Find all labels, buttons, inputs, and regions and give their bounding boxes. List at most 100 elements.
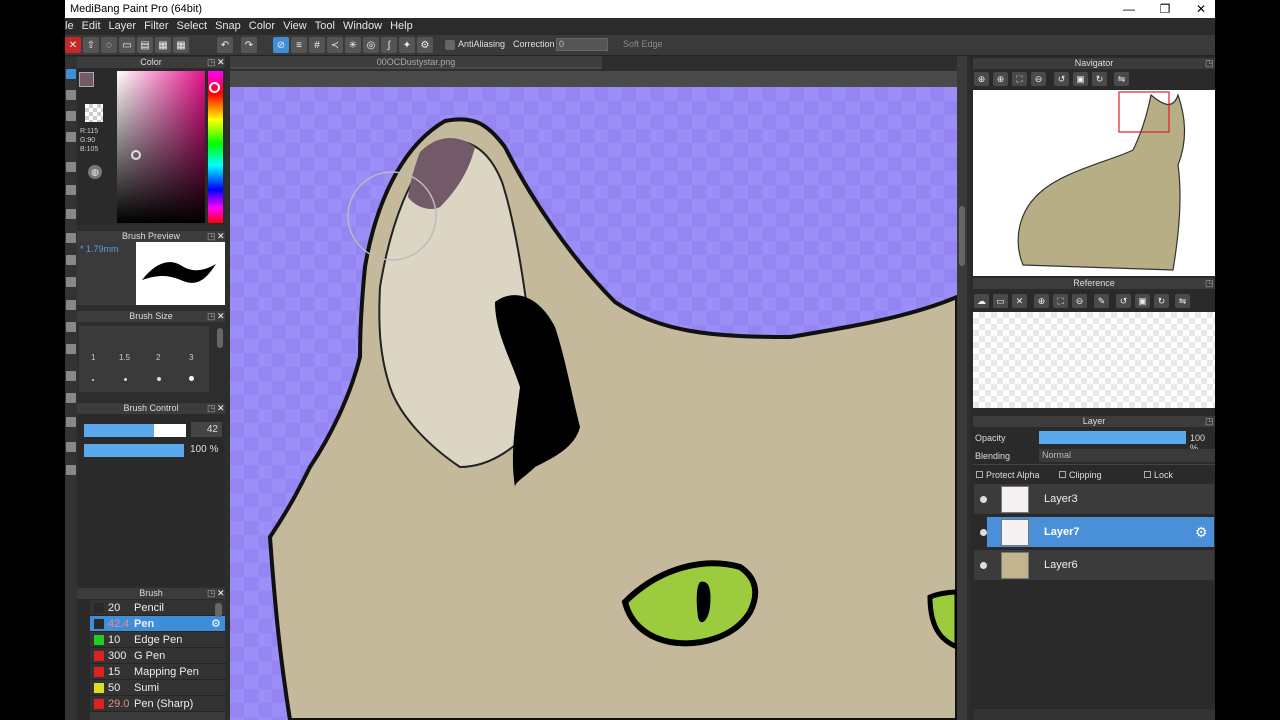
brush-size-slider[interactable] xyxy=(84,424,186,437)
select-tool-icon[interactable] xyxy=(66,255,76,265)
close-canvas-icon[interactable]: ✕ xyxy=(65,37,81,53)
folder-icon[interactable]: ▭ xyxy=(993,294,1008,308)
brush-dot[interactable] xyxy=(157,377,161,381)
brush-item-pen[interactable]: 42.4 Pen ⚙ xyxy=(90,616,225,632)
zoom-in-icon[interactable]: ⊕ xyxy=(993,72,1008,86)
panel-undock-icon[interactable]: ◳ xyxy=(1205,416,1214,427)
gear-icon[interactable]: ⚙ xyxy=(1195,524,1208,541)
menu-layer[interactable]: Layer xyxy=(105,18,141,35)
eyedropper2-icon[interactable] xyxy=(66,442,76,452)
navigator-preview[interactable] xyxy=(973,90,1215,276)
brush-item-pencil[interactable]: 20 Pencil xyxy=(90,600,225,616)
brush-size-option[interactable]: 1 xyxy=(91,353,95,362)
undo-icon[interactable]: ↶ xyxy=(217,37,233,53)
redo-icon[interactable]: ↷ xyxy=(241,37,257,53)
flip-icon[interactable]: ⇋ xyxy=(1175,294,1190,308)
canvas-scrollbar[interactable] xyxy=(957,56,967,720)
menu-select[interactable]: Select xyxy=(173,18,212,35)
correction-field[interactable]: 0 xyxy=(556,38,608,51)
reference-preview[interactable] xyxy=(973,312,1215,408)
brush-size-option[interactable]: 3 xyxy=(189,353,193,362)
eyedropper-tool-icon[interactable] xyxy=(66,417,76,427)
color-saturation-field[interactable] xyxy=(117,71,205,223)
snap-settings-icon[interactable]: ⚙ xyxy=(417,37,433,53)
upload-icon[interactable]: ⇧ xyxy=(83,37,99,53)
brush-tool-icon[interactable] xyxy=(66,132,76,142)
visibility-icon[interactable] xyxy=(980,496,987,503)
close-reference-icon[interactable]: ✕ xyxy=(1012,294,1027,308)
maximize-button[interactable]: ❐ xyxy=(1147,0,1183,18)
perspective-snap-icon[interactable]: ✦ xyxy=(399,37,415,53)
dot-tool-icon[interactable] xyxy=(66,111,76,121)
select-eraser-icon[interactable] xyxy=(66,344,76,354)
brush-opacity-slider[interactable] xyxy=(84,444,184,457)
rotate-right-icon[interactable]: ↻ xyxy=(1154,294,1169,308)
panel-undock-icon[interactable]: ◳ xyxy=(207,231,216,242)
panel-close-icon[interactable]: ✕ xyxy=(217,588,225,599)
panel-undock-icon[interactable]: ◳ xyxy=(207,57,216,68)
panel-close-icon[interactable]: ✕ xyxy=(217,231,225,242)
transparent-color-swatch[interactable] xyxy=(85,104,103,122)
layer-row-layer3[interactable]: Layer3 xyxy=(974,484,1214,515)
gradient-tool-icon[interactable] xyxy=(66,233,76,243)
visibility-icon[interactable] xyxy=(980,562,987,569)
close-button[interactable]: ✕ xyxy=(1183,0,1215,18)
comment-icon[interactable]: ◌ xyxy=(101,37,117,53)
menu-file[interactable]: le xyxy=(65,18,78,35)
menu-tool[interactable]: Tool xyxy=(311,18,339,35)
fit-icon[interactable]: ▣ xyxy=(1073,72,1088,86)
grid-snap-icon[interactable]: # xyxy=(309,37,325,53)
color-picker-handle[interactable] xyxy=(131,150,141,160)
zoom-in-icon[interactable]: ⊕ xyxy=(974,72,989,86)
hue-slider[interactable] xyxy=(208,71,223,223)
brush-size-option[interactable]: 1.5 xyxy=(119,353,130,362)
panel-undock-icon[interactable]: ◳ xyxy=(207,311,216,322)
brush-item-mapping-pen[interactable]: 15 Mapping Pen xyxy=(90,664,225,680)
snap-off-icon[interactable]: ⊘ xyxy=(273,37,289,53)
panel-close-icon[interactable]: ✕ xyxy=(217,311,225,322)
brush-dot[interactable] xyxy=(189,376,194,381)
panel-undock-icon[interactable]: ◳ xyxy=(1205,278,1214,289)
canvas-area[interactable] xyxy=(230,71,957,720)
zoom-in-icon[interactable]: ⊕ xyxy=(1034,294,1049,308)
fit-window-icon[interactable]: ⛶ xyxy=(1012,72,1027,86)
brush-size-scrollbar[interactable] xyxy=(217,328,223,348)
message-icon[interactable]: ▭ xyxy=(119,37,135,53)
brush-item-sumi[interactable]: 50 Sumi xyxy=(90,680,225,696)
canvas-tab[interactable]: 00OCDustystar.png xyxy=(230,56,602,69)
panel-close-icon[interactable]: ✕ xyxy=(217,57,225,68)
brush-item-g-pen[interactable]: 300 G Pen xyxy=(90,648,225,664)
panel-undock-icon[interactable]: ◳ xyxy=(207,403,216,414)
magic-wand-icon[interactable] xyxy=(66,300,76,310)
brush-dot[interactable] xyxy=(124,378,127,381)
brush-dot[interactable] xyxy=(92,379,94,381)
menu-color[interactable]: Color xyxy=(245,18,279,35)
layer-row-layer6[interactable]: Layer6 xyxy=(974,550,1214,581)
brush-list-scrollbar[interactable] xyxy=(215,603,222,617)
fit-window-icon[interactable]: ⛶ xyxy=(1053,294,1068,308)
soft-edge-label[interactable]: Soft Edge xyxy=(623,39,663,49)
panel-close-icon[interactable]: ✕ xyxy=(217,403,225,414)
eraser-tool-icon[interactable] xyxy=(66,90,76,100)
blending-select[interactable]: Normal xyxy=(1039,449,1215,462)
canvas-scrollbar-thumb[interactable] xyxy=(959,206,965,266)
fill-tool-icon[interactable] xyxy=(66,185,76,195)
rotate-right-icon[interactable]: ↻ xyxy=(1092,72,1107,86)
foreground-color-swatch[interactable] xyxy=(79,72,94,87)
open-reference-icon[interactable]: ☁ xyxy=(974,294,989,308)
pages-icon[interactable]: ▦ xyxy=(155,37,171,53)
visibility-icon[interactable] xyxy=(980,529,987,536)
burst-snap-icon[interactable]: ✳ xyxy=(345,37,361,53)
move-tool-icon[interactable] xyxy=(66,162,76,172)
brush-size-option[interactable]: 2 xyxy=(156,353,160,362)
flip-icon[interactable]: ⇋ xyxy=(1114,72,1129,86)
grid-icon[interactable]: ▦ xyxy=(173,37,189,53)
text-tool-icon[interactable] xyxy=(66,371,76,381)
layer-row-layer7[interactable]: Layer7 ⚙ xyxy=(980,517,1214,548)
gear-icon[interactable]: ⚙ xyxy=(211,616,221,632)
hand-tool-icon[interactable] xyxy=(66,465,76,475)
menu-edit[interactable]: Edit xyxy=(78,18,105,35)
rotate-left-icon[interactable]: ↺ xyxy=(1116,294,1131,308)
protect-alpha-checkbox[interactable] xyxy=(976,471,983,478)
clipping-checkbox[interactable] xyxy=(1059,471,1066,478)
